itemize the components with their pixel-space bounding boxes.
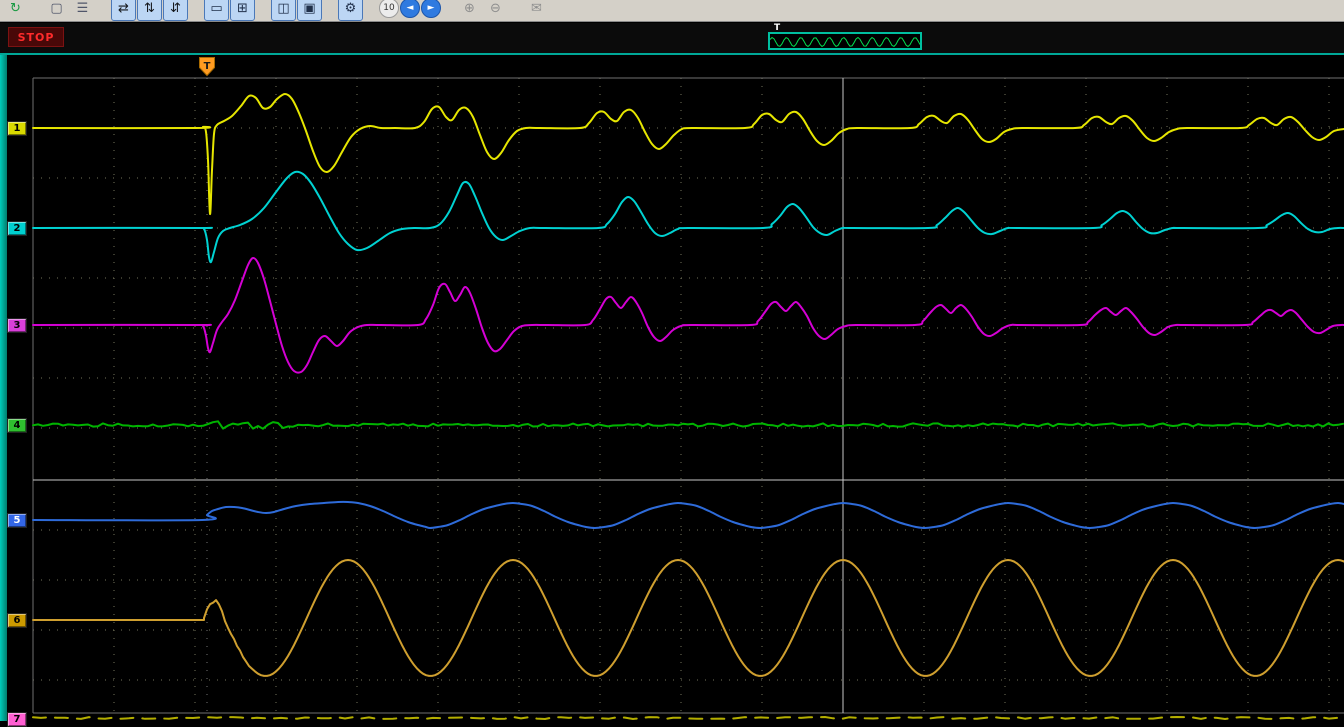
refresh-icon: ↻	[10, 1, 21, 16]
print-icon: ☰	[77, 1, 89, 16]
waveform-channel-2	[33, 172, 1344, 262]
auto-setup-icon: ⚙	[345, 1, 357, 16]
xy-view-button[interactable]: ▣	[297, 0, 322, 21]
scope-canvas[interactable]: T	[0, 55, 1344, 721]
channel-4-badge[interactable]: 4	[7, 418, 27, 433]
channel-3-badge[interactable]: 3	[7, 318, 27, 333]
zoom-in-icon: ⊕	[464, 1, 475, 16]
multi-pane-view-icon: ⊞	[237, 1, 248, 16]
waveform-channel-5	[33, 502, 1344, 528]
replay-previous-button[interactable]: ◄	[400, 0, 420, 18]
segments-count-button[interactable]: 10	[379, 0, 399, 18]
stop-button[interactable]: STOP	[8, 27, 64, 47]
auto-setup-button[interactable]: ⚙	[338, 0, 363, 21]
refresh-button[interactable]: ↻	[3, 0, 28, 21]
channel-6-badge[interactable]: 6	[7, 613, 27, 628]
replay-next-button[interactable]: ►	[421, 0, 441, 18]
print-button[interactable]: ☰	[70, 0, 95, 21]
multi-pane-view-button[interactable]: ⊞	[230, 0, 255, 21]
grid	[33, 78, 1344, 713]
notes-button[interactable]: ✉	[524, 0, 549, 21]
scope-view-button[interactable]: ◫	[271, 0, 296, 21]
single-pane-view-icon: ▭	[210, 1, 222, 16]
save-icon: ▢	[50, 1, 62, 16]
overview-waveform	[770, 35, 920, 49]
replay-next-icon: ►	[428, 3, 435, 13]
zoom-out-icon: ⊖	[490, 1, 501, 16]
xy-view-icon: ▣	[303, 1, 315, 16]
channel-7-badge[interactable]: 7	[7, 712, 27, 727]
waveform-channel-3	[33, 258, 1344, 373]
pan-horizontal-button[interactable]: ⇄	[111, 0, 136, 21]
channel-1-badge[interactable]: 1	[7, 121, 27, 136]
pan-trigger-icon: ⇵	[170, 1, 181, 16]
waveforms	[33, 94, 1344, 719]
pan-horizontal-icon: ⇄	[118, 1, 129, 16]
toolbar: ↻ ▢ ☰ ⇄ ⇅ ⇵ ▭ ⊞ ◫ ▣ ⚙ 10 ◄ ► ⊕ ⊖ ✉	[0, 0, 1344, 22]
channel-2-badge[interactable]: 2	[7, 221, 27, 236]
single-pane-view-button[interactable]: ▭	[204, 0, 229, 21]
trigger-marker[interactable]: T	[200, 58, 215, 76]
trigger-overview[interactable]: T	[768, 24, 922, 52]
waveform-channel-6	[33, 560, 1344, 676]
replay-previous-icon: ◄	[407, 3, 414, 13]
zoom-in-button[interactable]: ⊕	[457, 0, 482, 21]
scope-view-icon: ◫	[277, 1, 289, 16]
channel-5-badge[interactable]: 5	[7, 513, 27, 528]
notes-icon: ✉	[531, 1, 542, 16]
waveform-channel-1	[33, 94, 1344, 214]
segments-count-icon: 10	[383, 3, 394, 13]
waveform-channel-7	[33, 717, 1337, 719]
pan-vertical-button[interactable]: ⇅	[137, 0, 162, 21]
pan-trigger-button[interactable]: ⇵	[163, 0, 188, 21]
trigger-overview-box[interactable]	[768, 32, 922, 50]
pan-vertical-icon: ⇅	[144, 1, 155, 16]
zoom-out-button[interactable]: ⊖	[483, 0, 508, 21]
trigger-marker-label: T	[204, 61, 211, 72]
status-bar: STOP T	[0, 23, 1344, 55]
save-button[interactable]: ▢	[44, 0, 69, 21]
waveform-channel-4	[33, 421, 1343, 428]
